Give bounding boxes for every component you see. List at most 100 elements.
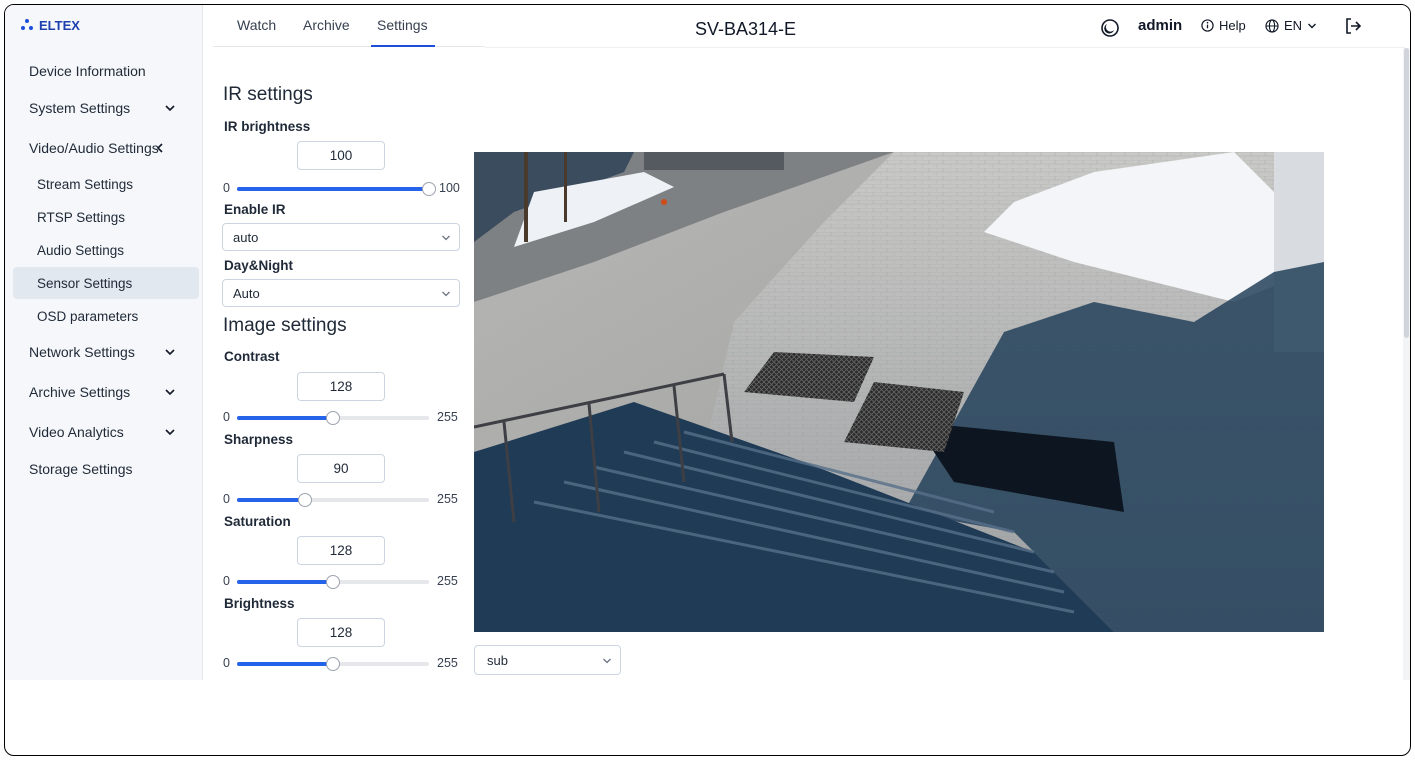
enable-ir-label: Enable IR — [224, 202, 286, 217]
chevron-down-icon — [165, 429, 175, 436]
ir-brightness-slider[interactable]: 0 100 — [223, 181, 463, 197]
sharpness-label: Sharpness — [224, 432, 294, 447]
globe-icon — [1265, 18, 1279, 33]
tab-watch[interactable]: Watch — [237, 17, 276, 33]
ir-brightness-label: IR brightness — [224, 119, 311, 134]
sidebar-item-stream-settings[interactable]: Stream Settings — [13, 168, 199, 200]
tab-archive[interactable]: Archive — [303, 17, 350, 33]
stream-select[interactable]: sub — [474, 645, 621, 675]
ir-settings-title: IR settings — [223, 84, 313, 105]
theme-toggle[interactable] — [1100, 18, 1120, 38]
sidebar-item-audio-settings[interactable]: Audio Settings — [13, 234, 199, 266]
slider-min: 0 — [223, 410, 230, 424]
language-selector[interactable]: EN — [1265, 18, 1317, 33]
theme-toggle-icon — [1101, 19, 1119, 37]
enable-ir-select[interactable]: auto — [222, 223, 460, 251]
sidebar-item-label: Audio Settings — [37, 242, 125, 258]
user-name: admin — [1138, 17, 1183, 34]
help-link[interactable]: Help — [1201, 18, 1246, 33]
chevron-down-icon — [165, 105, 175, 112]
contrast-slider[interactable]: 0 255 — [223, 410, 463, 426]
sidebar-item-label: Device Information — [29, 63, 146, 79]
slider-max: 255 — [437, 410, 458, 424]
brightness-label: Brightness — [224, 596, 295, 611]
settings-content: IR settings IR brightness 100 0 100 Enab… — [203, 48, 1403, 680]
chevron-down-icon — [603, 658, 611, 664]
logout-icon — [1346, 18, 1362, 34]
sidebar-item-osd-parameters[interactable]: OSD parameters — [13, 300, 199, 332]
image-settings-title: Image settings — [223, 315, 347, 336]
scrollbar-thumb[interactable] — [1404, 48, 1409, 338]
day-night-select[interactable]: Auto — [222, 279, 460, 307]
slider-min: 0 — [223, 492, 230, 506]
day-night-value: Auto — [233, 285, 260, 301]
brand-logo[interactable]: ELTEX — [21, 15, 80, 35]
main-tabs: Watch Archive Settings — [213, 5, 485, 47]
sidebar-item-label: RTSP Settings — [37, 209, 126, 225]
active-tab-indicator — [371, 45, 435, 47]
contrast-input[interactable]: 128 — [297, 372, 385, 401]
chevron-down-icon — [1308, 23, 1317, 28]
help-icon — [1201, 19, 1214, 32]
slider-thumb[interactable] — [326, 575, 340, 589]
sidebar-item-storage-settings[interactable]: Storage Settings — [13, 453, 199, 485]
sidebar-item-system-settings[interactable]: System Settings — [13, 92, 199, 124]
slider-max: 100 — [439, 181, 460, 195]
slider-max: 255 — [437, 656, 458, 670]
sidebar-item-rtsp-settings[interactable]: RTSP Settings — [13, 201, 199, 233]
brightness-slider[interactable]: 0 255 — [223, 656, 463, 672]
saturation-slider[interactable]: 0 255 — [223, 574, 463, 590]
slider-thumb[interactable] — [326, 411, 340, 425]
user-menu[interactable]: admin — [1138, 17, 1182, 34]
slider-max: 255 — [437, 492, 458, 506]
day-night-label: Day&Night — [224, 258, 294, 273]
slider-min: 0 — [223, 181, 230, 195]
sidebar-item-device-information[interactable]: Device Information — [13, 55, 199, 87]
stream-value: sub — [487, 652, 508, 668]
sidebar-item-label: Stream Settings — [37, 176, 134, 192]
sharpness-input[interactable]: 90 — [297, 454, 385, 483]
page-title: SV-BA314-E — [695, 19, 797, 39]
slider-min: 0 — [223, 656, 230, 670]
camera-feed-image — [474, 152, 1324, 632]
sidebar-item-video-analytics[interactable]: Video Analytics — [13, 416, 199, 448]
help-label: Help — [1219, 18, 1246, 33]
sidebar-item-label: System Settings — [29, 100, 131, 116]
sidebar: ELTEX Device Information System Settings… — [5, 5, 203, 680]
slider-thumb[interactable] — [422, 182, 436, 196]
slider-thumb[interactable] — [326, 657, 340, 671]
chevron-down-icon — [442, 291, 450, 297]
sidebar-item-label: Sensor Settings — [37, 275, 133, 291]
sidebar-item-label: Archive Settings — [29, 384, 131, 400]
slider-thumb[interactable] — [297, 493, 312, 507]
sidebar-item-archive-settings[interactable]: Archive Settings — [13, 376, 199, 408]
sidebar-item-network-settings[interactable]: Network Settings — [13, 336, 199, 368]
chevron-down-icon — [442, 235, 450, 241]
sidebar-item-label: Network Settings — [29, 344, 135, 360]
slider-min: 0 — [223, 574, 230, 588]
brand-name: ELTEX — [39, 17, 80, 33]
brightness-input[interactable]: 128 — [297, 618, 385, 647]
sidebar-item-label: OSD parameters — [37, 308, 139, 324]
saturation-label: Saturation — [224, 514, 291, 529]
window-frame: ELTEX Device Information System Settings… — [4, 4, 1411, 756]
chevron-left-icon — [156, 143, 163, 153]
app: ELTEX Device Information System Settings… — [5, 5, 1410, 680]
sidebar-item-video-audio-settings[interactable]: Video/Audio Settings — [13, 132, 199, 164]
ir-brightness-input[interactable]: 100 — [297, 141, 385, 170]
sidebar-item-sensor-settings[interactable]: Sensor Settings — [13, 267, 199, 299]
chevron-down-icon — [165, 389, 175, 396]
sidebar-item-label: Video/Audio Settings — [29, 140, 159, 156]
saturation-input[interactable]: 128 — [297, 536, 385, 565]
sidebar-item-label: Video Analytics — [29, 424, 124, 440]
contrast-label: Contrast — [224, 349, 280, 364]
tab-settings[interactable]: Settings — [377, 17, 428, 33]
scrollbar[interactable] — [1403, 48, 1410, 680]
camera-preview[interactable] — [474, 152, 1324, 632]
slider-max: 255 — [437, 574, 458, 588]
enable-ir-value: auto — [233, 229, 259, 245]
chevron-down-icon — [165, 349, 175, 356]
sharpness-slider[interactable]: 0 255 — [223, 492, 463, 508]
eltex-logo-icon — [21, 19, 33, 31]
logout-button[interactable] — [1343, 16, 1363, 36]
